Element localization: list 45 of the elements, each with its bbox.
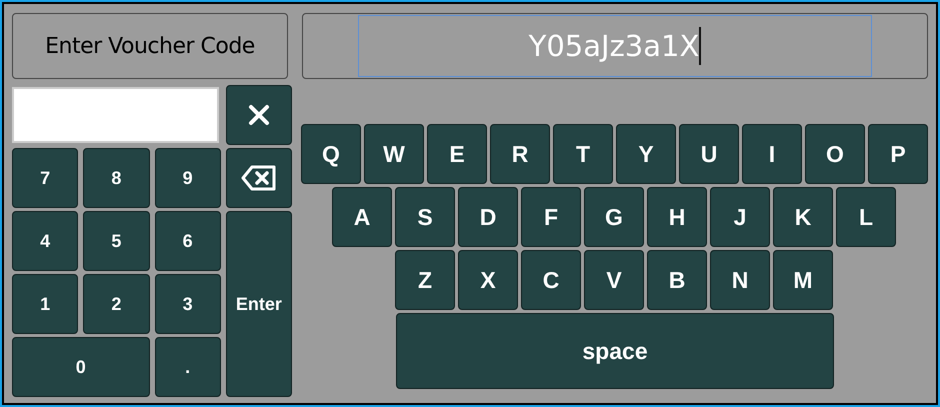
number-key[interactable]: 7 [12, 148, 78, 208]
space-key[interactable]: space [396, 313, 834, 389]
enter-button[interactable]: Enter [226, 211, 292, 397]
number-key[interactable]: 2 [83, 274, 150, 334]
close-icon [248, 104, 270, 126]
number-key[interactable]: 6 [154, 211, 221, 271]
number-key[interactable]: 3 [154, 274, 221, 334]
letter-key[interactable]: L [836, 187, 896, 247]
letter-key[interactable]: Z [395, 250, 455, 310]
letter-key[interactable]: S [395, 187, 455, 247]
letter-key[interactable]: M [773, 250, 833, 310]
letter-key[interactable]: K [773, 187, 833, 247]
letter-key[interactable]: Y [616, 124, 676, 184]
letter-key[interactable]: D [458, 187, 518, 247]
letter-key[interactable]: J [710, 187, 770, 247]
letter-key[interactable]: E [427, 124, 487, 184]
number-key[interactable]: 1 [12, 274, 78, 334]
backspace-button[interactable] [226, 148, 292, 208]
letter-key[interactable]: B [647, 250, 707, 310]
letter-key[interactable]: N [710, 250, 770, 310]
letter-key[interactable]: Q [301, 124, 361, 184]
prompt-label: Enter Voucher Code [12, 13, 288, 79]
letter-key[interactable]: C [521, 250, 581, 310]
letter-key[interactable]: W [364, 124, 424, 184]
letter-key[interactable]: F [521, 187, 581, 247]
number-key[interactable]: 4 [12, 211, 78, 271]
letter-key[interactable]: A [332, 187, 392, 247]
letter-key[interactable]: H [647, 187, 707, 247]
clear-button[interactable] [226, 85, 292, 145]
letter-key[interactable]: T [553, 124, 613, 184]
letter-key[interactable]: V [584, 250, 644, 310]
number-key[interactable]: 5 [83, 211, 150, 271]
number-key[interactable]: 9 [154, 148, 221, 208]
letter-key[interactable]: R [490, 124, 550, 184]
letter-key[interactable]: G [584, 187, 644, 247]
letter-key[interactable]: X [458, 250, 518, 310]
number-key[interactable]: 8 [83, 148, 150, 208]
letter-key[interactable]: P [868, 124, 928, 184]
backspace-icon [240, 165, 277, 191]
number-input-field[interactable] [12, 87, 219, 143]
number-key[interactable]: . [154, 337, 221, 397]
letter-key[interactable]: U [679, 124, 739, 184]
letter-key[interactable]: I [742, 124, 802, 184]
number-key[interactable]: 0 [12, 337, 150, 397]
letter-key[interactable]: O [805, 124, 865, 184]
